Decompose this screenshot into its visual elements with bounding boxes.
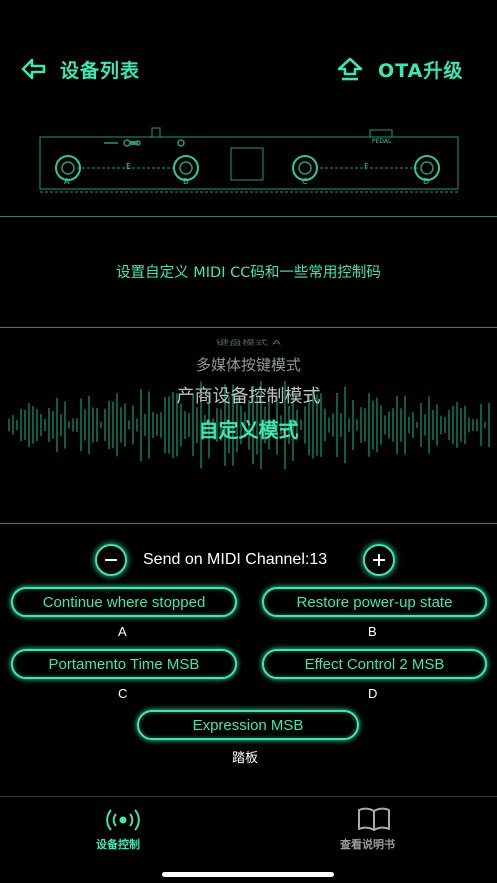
control-d-label: D	[368, 686, 378, 701]
control-c-label: C	[118, 686, 128, 701]
plus-icon	[373, 554, 385, 566]
back-label: 设备列表	[60, 60, 141, 82]
control-d-button[interactable]: Effect Control 2 MSB	[262, 649, 487, 679]
tab-label: 设备控制	[96, 838, 140, 851]
ota-button[interactable]: OTA升级	[336, 54, 481, 84]
port-label-c: C	[302, 177, 308, 186]
control-b-button[interactable]: Restore power-up state	[262, 587, 487, 617]
mode-option[interactable]: 产商设备控制模式	[0, 382, 497, 408]
divider	[0, 216, 497, 217]
home-indicator	[162, 872, 334, 877]
divider	[0, 327, 497, 328]
mode-picker[interactable]: 键盘模式 A 多媒体按键模式 产商设备控制模式 自定义模式	[0, 330, 497, 450]
mode-option-selected[interactable]: 自定义模式	[0, 414, 497, 443]
device-diagram	[39, 127, 459, 193]
port-label-e: E	[126, 162, 132, 171]
mode-option[interactable]: 多媒体按键模式	[0, 354, 497, 375]
channel-increment-button[interactable]	[363, 544, 395, 576]
control-b-label: B	[368, 624, 377, 639]
tabbar-divider	[0, 796, 497, 797]
control-a-label: A	[118, 624, 127, 639]
pedal-control-button[interactable]: Expression MSB	[137, 710, 359, 740]
back-button[interactable]: 设备列表	[18, 54, 168, 84]
mode-description: 设置自定义 MIDI CC码和一些常用控制码	[116, 265, 381, 281]
tab-manual[interactable]: 查看说明书	[320, 800, 430, 860]
ota-label: OTA升级	[378, 60, 464, 82]
back-arrow-icon	[21, 58, 46, 80]
book-icon	[358, 807, 390, 831]
port-label-f: F	[364, 162, 369, 171]
channel-label: Send on MIDI Channel:13	[143, 551, 328, 568]
divider	[0, 523, 497, 524]
port-label-d: D	[423, 177, 430, 186]
minus-icon	[105, 559, 117, 561]
control-c-button[interactable]: Portamento Time MSB	[11, 649, 237, 679]
port-label-a: A	[64, 177, 70, 186]
tab-label: 查看说明书	[340, 838, 395, 851]
tab-device-control[interactable]: 设备控制	[70, 800, 180, 860]
broadcast-icon	[106, 809, 140, 831]
channel-decrement-button[interactable]	[95, 544, 127, 576]
pedal-control-label: 踏板	[232, 750, 259, 765]
upload-home-icon	[337, 57, 363, 81]
port-label-b: B	[183, 177, 189, 186]
pedal-label: PEDAL	[372, 138, 392, 145]
mode-option[interactable]: 键盘模式 A	[0, 337, 497, 347]
control-a-button[interactable]: Continue where stopped	[11, 587, 237, 617]
